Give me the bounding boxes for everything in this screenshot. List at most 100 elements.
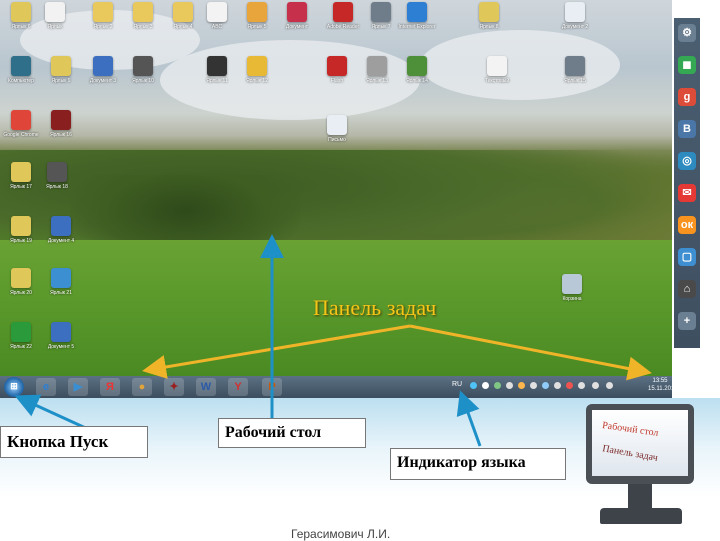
desktop-shortcut[interactable]: Ярлык 17 bbox=[2, 162, 40, 190]
desktop-shortcut[interactable]: Ярлык 9 bbox=[42, 56, 80, 84]
desktop-shortcut[interactable]: Ярлык 6 bbox=[2, 2, 40, 30]
app-icon[interactable]: ✦ bbox=[164, 378, 184, 396]
shortcut-icon bbox=[565, 2, 585, 22]
add-icon[interactable]: + bbox=[678, 312, 696, 330]
tray-app-icon[interactable] bbox=[494, 382, 501, 389]
tray-app-icon[interactable] bbox=[506, 382, 513, 389]
mail-icon[interactable]: ✉ bbox=[678, 184, 696, 202]
desktop-shortcut[interactable]: Flash bbox=[318, 56, 356, 84]
tray-app-icon[interactable] bbox=[482, 382, 489, 389]
icon-label: Корзина bbox=[562, 296, 582, 302]
desktop-shortcut[interactable]: Ярлык 12 bbox=[238, 56, 276, 84]
mail-desktop-icon[interactable]: Письмо bbox=[318, 115, 356, 143]
shortcut-icon bbox=[565, 56, 585, 76]
icon-label: Flash bbox=[330, 78, 344, 84]
tray-app-icon[interactable] bbox=[554, 382, 561, 389]
shortcut-icon bbox=[333, 2, 353, 22]
desktop-shortcut[interactable]: ABC bbox=[198, 2, 236, 30]
vk-icon[interactable]: B bbox=[678, 120, 696, 138]
word-icon[interactable]: W bbox=[196, 378, 216, 396]
recycle-bin-icon[interactable]: Корзина bbox=[553, 274, 591, 302]
tray-app-icon[interactable] bbox=[518, 382, 525, 389]
desktop-shortcut[interactable]: Ярлык 3 bbox=[124, 2, 162, 30]
desktop-shortcut[interactable]: Ярлык 18 bbox=[38, 162, 76, 190]
shortcut-icon bbox=[207, 2, 227, 22]
desktop-shortcut[interactable]: Ярлык 22 bbox=[2, 322, 40, 350]
icon-label: Ярлык 21 bbox=[50, 290, 72, 296]
desktop-shortcut[interactable]: Ярлык 10 bbox=[124, 56, 162, 84]
odnoklassniki-icon[interactable]: ок bbox=[678, 216, 696, 234]
tray-app-icon[interactable] bbox=[530, 382, 537, 389]
google-plus-icon[interactable]: g bbox=[678, 88, 696, 106]
chrome-icon[interactable]: ● bbox=[132, 378, 152, 396]
icon-label: Документ 4 bbox=[47, 238, 75, 244]
monitor-text-desktop: Рабочий стол bbox=[601, 420, 660, 439]
shortcut-icon bbox=[45, 2, 65, 22]
chat-icon[interactable]: ▢ bbox=[678, 248, 696, 266]
tray-app-icon[interactable] bbox=[542, 382, 549, 389]
desktop-shortcut[interactable]: Ярлык 5 bbox=[238, 2, 276, 30]
monitor-stand bbox=[628, 484, 652, 510]
author-label: Герасимович Л.И. bbox=[291, 527, 391, 541]
tray-app-icon[interactable] bbox=[566, 382, 573, 389]
windows-logo-icon: ⊞ bbox=[10, 381, 18, 391]
internet-explorer-icon[interactable]: e bbox=[36, 378, 56, 396]
shortcut-icon bbox=[11, 216, 31, 236]
user-icon[interactable]: ⌂ bbox=[678, 280, 696, 298]
desktop-shortcut[interactable]: Документ 5 bbox=[42, 322, 80, 350]
browser-icon[interactable]: ◎ bbox=[678, 152, 696, 170]
icon-label: ABC bbox=[211, 24, 223, 30]
shortcut-icon bbox=[51, 268, 71, 288]
clock[interactable]: 13:55 15.11.2014 bbox=[648, 377, 678, 393]
tray-network-icon[interactable] bbox=[470, 382, 477, 389]
desktop-shortcut[interactable]: Документ 4 bbox=[42, 216, 80, 244]
monitor-base bbox=[600, 508, 682, 524]
desktop-shortcut[interactable]: Ярлык 15 bbox=[556, 56, 594, 84]
desktop-shortcut[interactable]: Текстовый bbox=[478, 56, 516, 84]
icon-label: Ярлык 11 bbox=[206, 78, 228, 84]
shortcut-icon bbox=[287, 2, 307, 22]
desktop-shortcut[interactable]: Google Chrome bbox=[2, 110, 40, 138]
icon-label: Ярлык 13 bbox=[366, 78, 388, 84]
shortcut-icon bbox=[11, 110, 31, 130]
desktop-shortcut[interactable]: Ярлык bbox=[36, 2, 74, 30]
desktop-shortcut[interactable]: Ярлык 7 bbox=[362, 2, 400, 30]
icon-label: Компьютер bbox=[8, 78, 34, 84]
desktop-shortcut[interactable]: Ярлык 13 bbox=[358, 56, 396, 84]
desktop-shortcut[interactable]: Компьютер bbox=[2, 56, 40, 84]
desktop-shortcut[interactable]: Документ 3 bbox=[84, 56, 122, 84]
desktop-shortcut[interactable]: Ярлык 8 bbox=[470, 2, 508, 30]
icon-label: Ярлык 3 bbox=[133, 24, 153, 30]
volume-icon[interactable] bbox=[592, 382, 599, 389]
desktop-shortcut[interactable]: Ярлык 4 bbox=[164, 2, 202, 30]
desktop-shortcut[interactable]: Ярлык 20 bbox=[2, 268, 40, 296]
icon-label: Ярлык 17 bbox=[10, 184, 32, 190]
desktop-shortcut[interactable]: Internet Explorer bbox=[398, 2, 436, 30]
desktop-shortcut[interactable]: Ярлык 11 bbox=[198, 56, 236, 84]
icon-label: Ярлык 16 bbox=[50, 132, 72, 138]
desktop-shortcut[interactable]: Ярлык 2 bbox=[84, 2, 122, 30]
start-button[interactable]: ⊞ bbox=[4, 377, 24, 397]
tray-app-icon[interactable] bbox=[578, 382, 585, 389]
desktop-shortcut[interactable]: Документ 2 bbox=[556, 2, 594, 30]
icon-label: Письмо bbox=[328, 137, 346, 143]
desktop-shortcut[interactable]: Ярлык 16 bbox=[42, 110, 80, 138]
powerpoint-icon[interactable]: P bbox=[262, 378, 282, 396]
desktop-shortcut[interactable]: Adobe Reader bbox=[324, 2, 362, 30]
yandex-browser-icon[interactable]: Y bbox=[228, 378, 248, 396]
media-player-icon[interactable]: ▶ bbox=[68, 378, 88, 396]
flag-icon[interactable] bbox=[606, 382, 613, 389]
shortcut-icon bbox=[247, 2, 267, 22]
icon-label: Ярлык 15 bbox=[564, 78, 586, 84]
yandex-icon[interactable]: Я bbox=[100, 378, 120, 396]
language-indicator[interactable]: RU bbox=[452, 381, 462, 388]
monitor-text-taskbar: Панель задач bbox=[601, 443, 659, 464]
icon-label: Ярлык 2 bbox=[93, 24, 113, 30]
desktop-shortcut[interactable]: Документ bbox=[278, 2, 316, 30]
icon-label: Ярлык bbox=[47, 24, 63, 30]
desktop-shortcut[interactable]: Ярлык 21 bbox=[42, 268, 80, 296]
desktop-shortcut[interactable]: Ярлык 14 bbox=[398, 56, 436, 84]
app-icon[interactable]: ◼ bbox=[678, 56, 696, 74]
desktop-shortcut[interactable]: Ярлык 19 bbox=[2, 216, 40, 244]
settings-icon[interactable]: ⚙ bbox=[678, 24, 696, 42]
